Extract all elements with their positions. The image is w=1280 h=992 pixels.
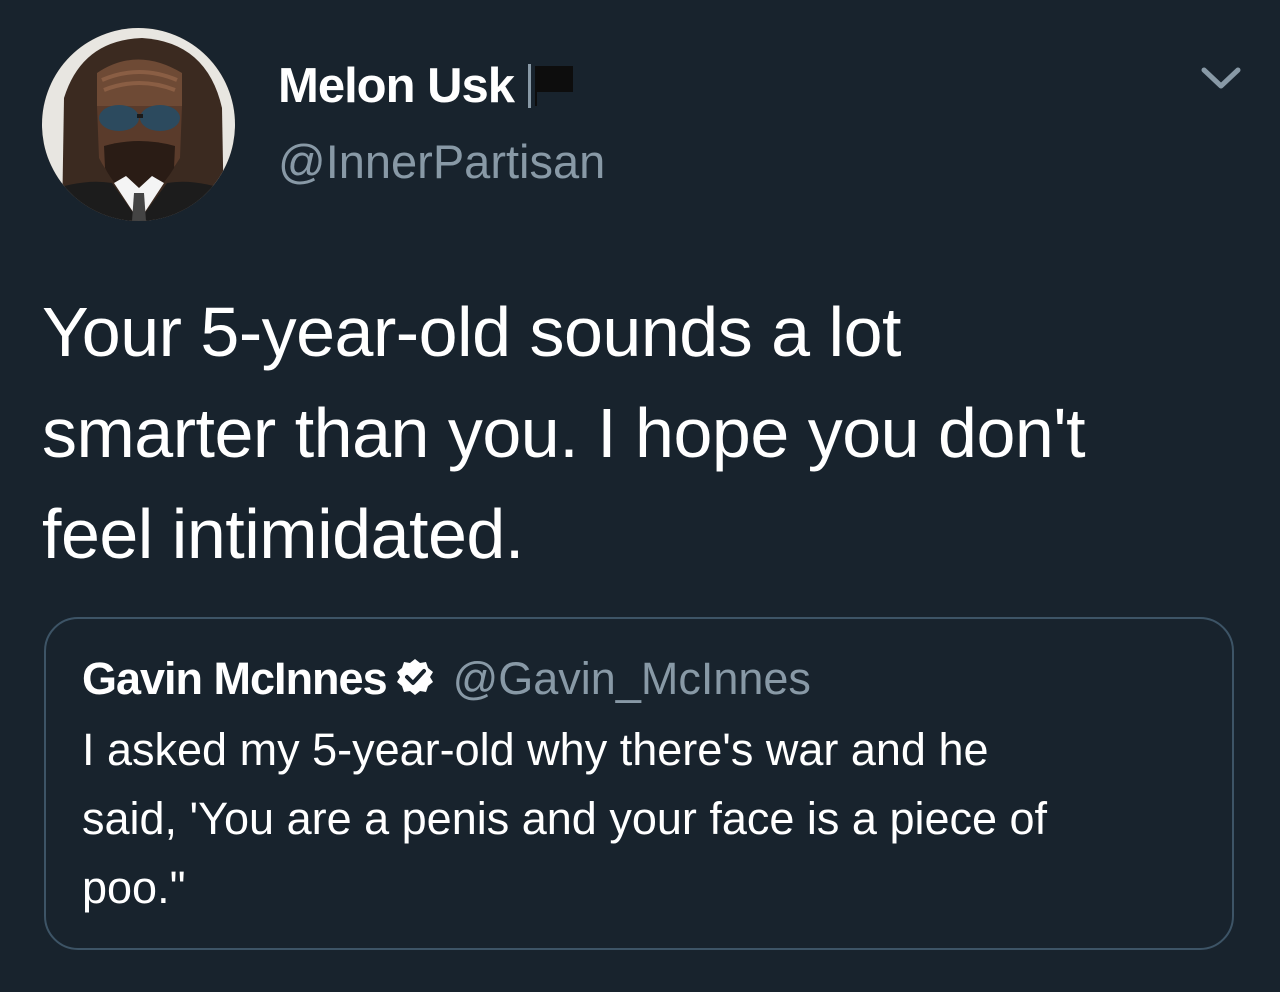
chevron-down-icon[interactable] xyxy=(1196,60,1246,96)
tweet-text-line: feel intimidated. xyxy=(42,495,524,573)
quoted-tweet-text: I asked my 5-year-old why there's war an… xyxy=(82,715,1212,922)
tweet-text-line: Your 5-year-old sounds a lot xyxy=(42,293,901,371)
verified-badge-icon xyxy=(395,657,435,702)
quoted-text-line: said, 'You are a penis and your face is … xyxy=(82,793,1048,844)
tweet-text-line: smarter than you. I hope you don't xyxy=(42,394,1086,472)
author-avatar[interactable] xyxy=(42,28,235,221)
black-flag-icon xyxy=(535,62,575,111)
tweet: Melon Usk @InnerPartisan Your 5-year-old… xyxy=(0,0,1280,992)
avatar-photo xyxy=(42,28,235,221)
quoted-tweet-header: Gavin McInnes @Gavin_McInnes xyxy=(82,651,811,707)
quoted-author-name: Gavin McInnes xyxy=(82,653,388,704)
quoted-author-handle: @Gavin_McInnes xyxy=(452,653,811,704)
quoted-text-line: poo." xyxy=(82,862,186,913)
author-display-name[interactable]: Melon Usk xyxy=(278,58,515,114)
tweet-text: Your 5-year-old sounds a lot smarter tha… xyxy=(42,282,1242,585)
author-handle[interactable]: @InnerPartisan xyxy=(278,134,605,189)
quoted-tweet-card[interactable]: Gavin McInnes @Gavin_McInnes I asked my … xyxy=(44,617,1234,950)
name-separator xyxy=(528,64,532,108)
author-name-row: Melon Usk xyxy=(278,56,575,116)
quoted-text-line: I asked my 5-year-old why there's war an… xyxy=(82,724,989,775)
